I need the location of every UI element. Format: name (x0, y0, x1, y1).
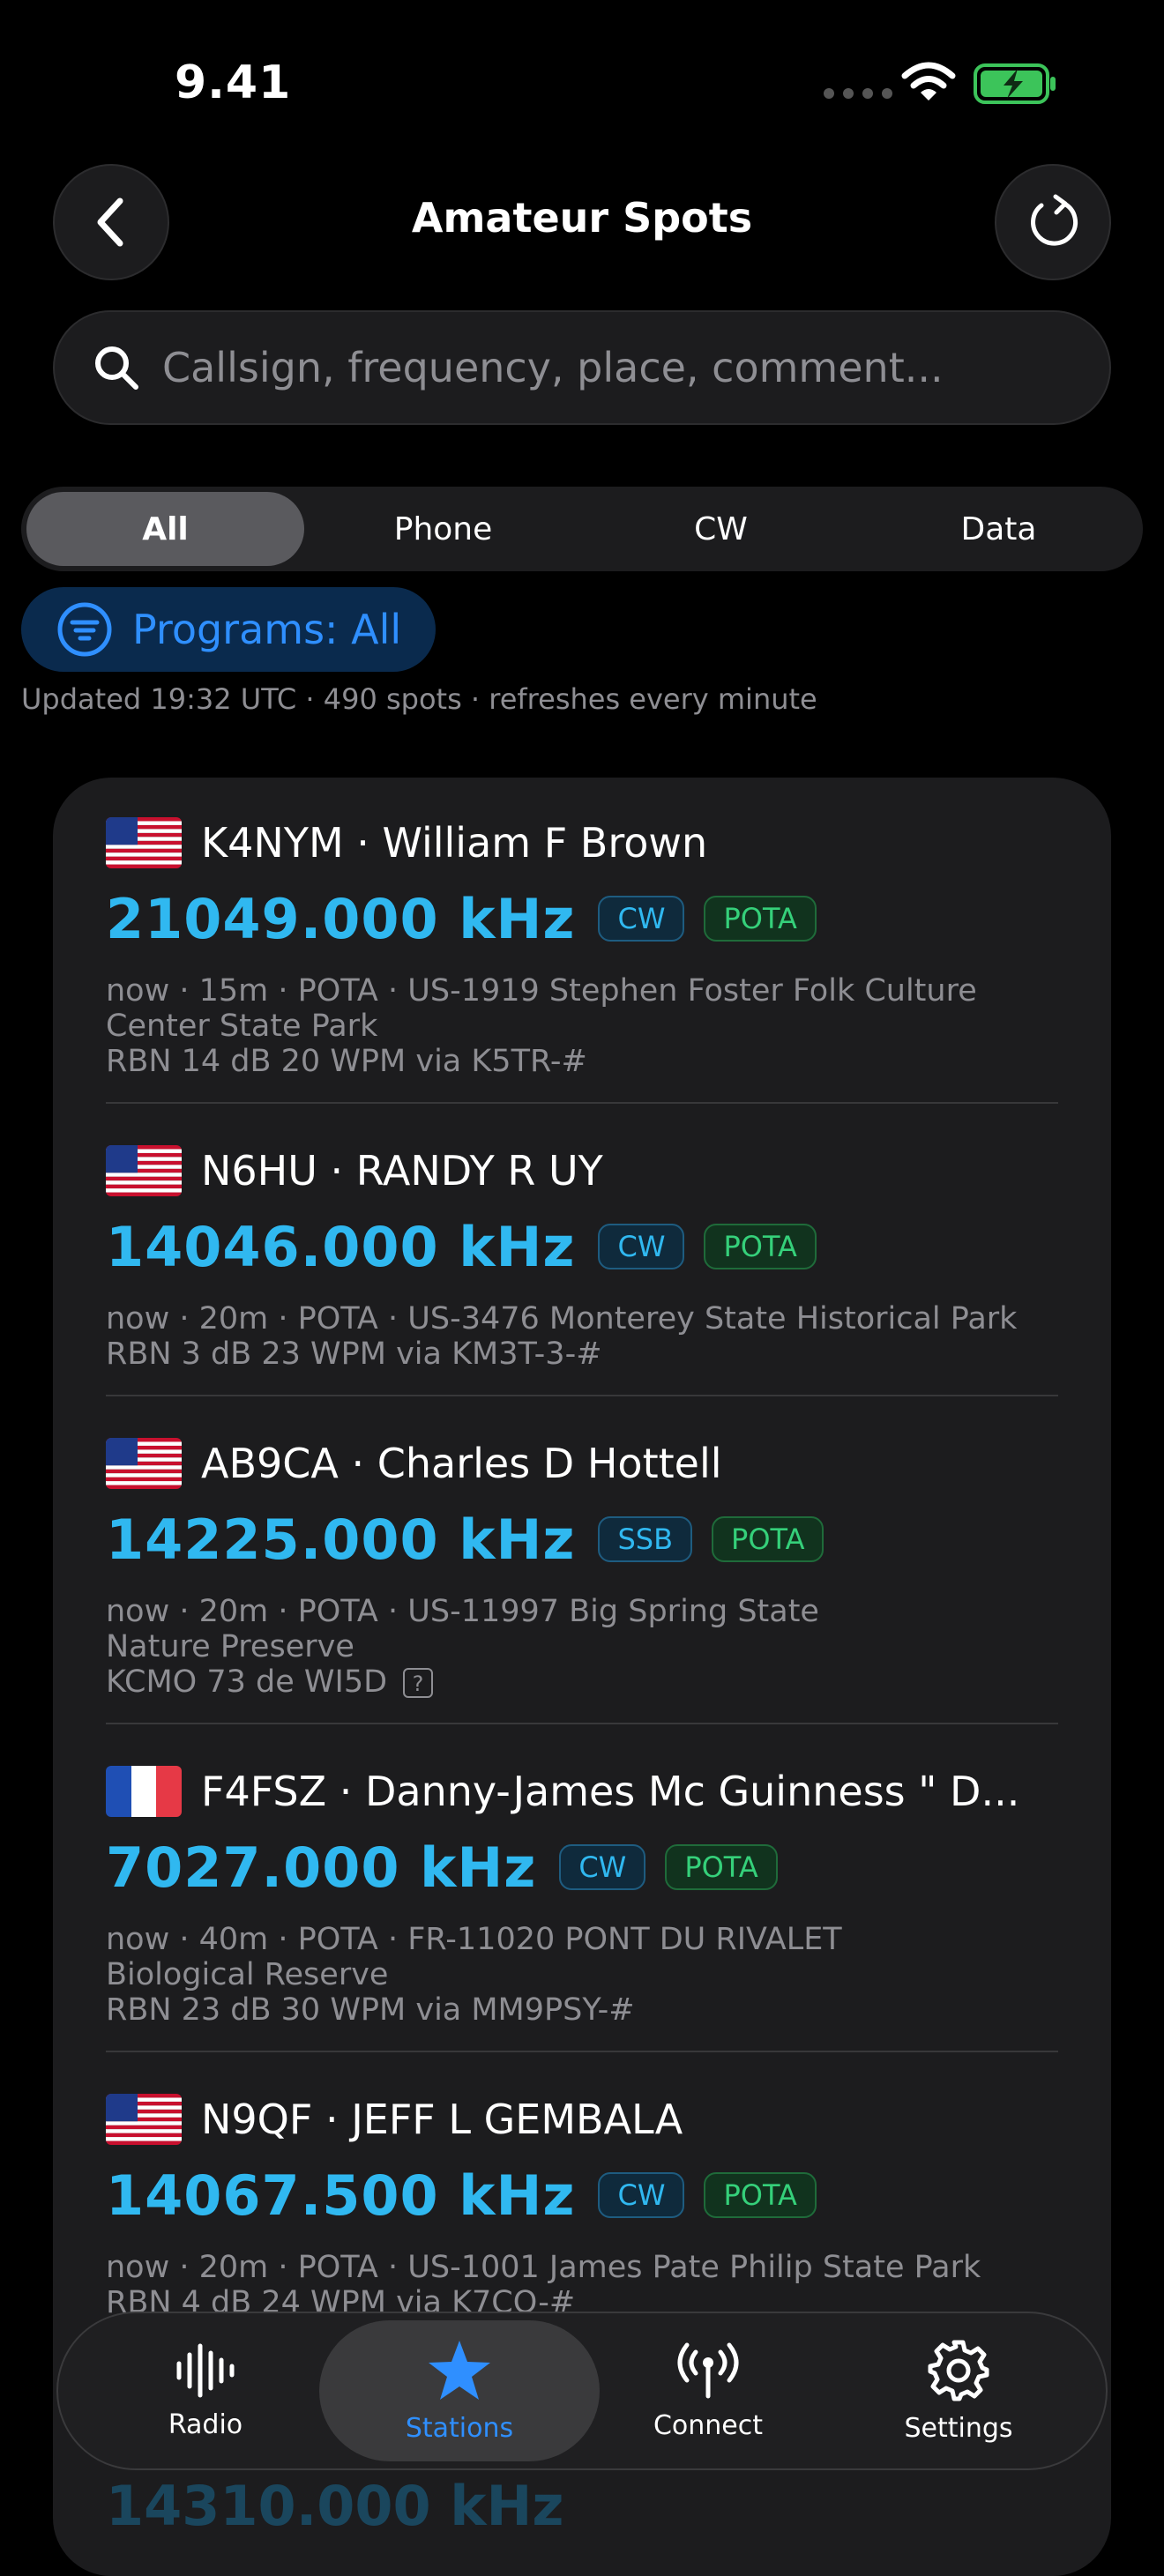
refresh-icon (1031, 194, 1078, 246)
tab-stations[interactable]: Stations (319, 2320, 600, 2461)
status-time: 9.41 (175, 56, 292, 109)
spot-detail-line: now · 15m · POTA · US-1919 Stephen Foste… (106, 973, 977, 1009)
mode-badge: CW (598, 896, 685, 942)
spot-station: K4NYM · William F Brown (201, 819, 708, 867)
us-flag-icon (106, 1438, 182, 1489)
spot-row[interactable]: F4FSZ · Danny-James Mc Guinness " D... 7… (106, 1763, 1058, 2028)
fr-flag-icon (106, 1766, 182, 1817)
wifi-icon (901, 62, 956, 101)
programs-filter-label: Programs: All (132, 606, 402, 653)
program-badge: POTA (665, 1844, 778, 1890)
search-input[interactable] (160, 343, 1081, 392)
spot-frequency: 21049.000 kHz (106, 886, 576, 951)
mode-filter-data[interactable]: Data (860, 492, 1138, 566)
divider (106, 1723, 1058, 1724)
tab-connect-label: Connect (653, 2409, 764, 2441)
refresh-button[interactable] (995, 164, 1111, 280)
program-badge: POTA (704, 896, 817, 942)
spot-details: now · 15m · POTA · US-1919 Stephen Foste… (106, 973, 1058, 1079)
filter-icon (57, 602, 112, 657)
program-badge: POTA (704, 1224, 817, 1269)
cellular-signal-icon (824, 88, 892, 99)
spot-details: now · 20m · POTA · US-3476 Monterey Stat… (106, 1301, 1058, 1372)
spot-row[interactable]: N6HU · RANDY R UY 14046.000 kHz CW POTA … (106, 1143, 1058, 1372)
spot-details: now · 40m · POTA · FR-11020 PONT DU RIVA… (106, 1922, 1058, 2028)
programs-filter-button[interactable]: Programs: All (21, 587, 436, 672)
spot-frequency: 14225.000 kHz (106, 1507, 576, 1572)
mode-badge: CW (598, 1224, 685, 1269)
search-bar[interactable] (53, 310, 1111, 425)
divider (106, 1395, 1058, 1396)
divider (106, 1102, 1058, 1104)
partial-spot-frequency: 14310.000 kHz (106, 2474, 564, 2538)
mode-filter-cw[interactable]: CW (582, 492, 860, 566)
spot-row[interactable]: AB9CA · Charles D Hottell 14225.000 kHz … (106, 1435, 1058, 1700)
waveform-icon (176, 2343, 235, 2397)
spot-station: N9QF · JEFF L GEMBALA (201, 2096, 683, 2143)
spot-detail-line: Center State Park (106, 1009, 378, 1044)
spot-detail-line: RBN 3 dB 23 WPM via KM3T-3-# (106, 1336, 602, 1372)
divider (106, 2051, 1058, 2052)
tab-radio-label: Radio (168, 2408, 243, 2440)
tab-stations-label: Stations (405, 2412, 514, 2444)
us-flag-icon (106, 817, 182, 868)
us-flag-icon (106, 1145, 182, 1196)
antenna-icon (677, 2342, 739, 2398)
battery-charging-icon (974, 63, 1056, 104)
tab-connect[interactable]: Connect (568, 2320, 848, 2461)
mode-badge: SSB (598, 1516, 693, 1562)
spot-station: AB9CA · Charles D Hottell (201, 1440, 722, 1487)
spot-detail-line: now · 20m · POTA · US-11997 Big Spring S… (106, 1594, 819, 1629)
spot-frequency: 7027.000 kHz (106, 1835, 537, 1900)
spot-frequency: 14067.500 kHz (106, 2163, 576, 2228)
spot-details: now · 20m · POTA · US-11997 Big Spring S… (106, 1594, 1058, 1700)
spot-detail-line: now · 20m · POTA · US-1001 James Pate Ph… (106, 2250, 981, 2285)
tab-settings[interactable]: Settings (818, 2320, 1099, 2461)
tab-bar: Radio Stations Connect Settings (56, 2312, 1108, 2470)
spot-details: now · 20m · POTA · US-1001 James Pate Ph… (106, 2250, 1058, 2320)
spot-station: F4FSZ · Danny-James Mc Guinness " D... (201, 1768, 1020, 1815)
mode-filter: All Phone CW Data (21, 487, 1143, 571)
spot-detail-line: now · 20m · POTA · US-3476 Monterey Stat… (106, 1301, 1018, 1336)
spot-row[interactable]: K4NYM · William F Brown 21049.000 kHz CW… (106, 815, 1058, 1079)
tab-radio[interactable]: Radio (65, 2320, 346, 2461)
spot-list: K4NYM · William F Brown 21049.000 kHz CW… (53, 778, 1111, 2576)
spot-detail-line: now · 40m · POTA · FR-11020 PONT DU RIVA… (106, 1922, 842, 1957)
us-flag-icon (106, 2094, 182, 2145)
update-info: Updated 19:32 UTC · 490 spots · refreshe… (21, 682, 817, 716)
spot-frequency: 14046.000 kHz (106, 1214, 576, 1279)
spot-detail-line: RBN 23 dB 30 WPM via MM9PSY-# (106, 1992, 635, 2028)
gear-icon (928, 2340, 989, 2401)
spot-detail-line: RBN 14 dB 20 WPM via K5TR-# (106, 1044, 587, 1079)
mode-badge: CW (598, 2172, 685, 2218)
spot-row[interactable]: N9QF · JEFF L GEMBALA 14067.500 kHz CW P… (106, 2091, 1058, 2320)
status-bar: 9.41 (0, 0, 1164, 168)
mode-badge: CW (559, 1844, 646, 1890)
spot-detail-line: Nature Preserve (106, 1629, 354, 1664)
search-icon (95, 346, 138, 390)
unknown-glyph-icon: ? (403, 1668, 434, 1698)
mode-filter-phone[interactable]: Phone (304, 492, 582, 566)
tab-settings-label: Settings (904, 2412, 1013, 2444)
star-icon (429, 2340, 490, 2400)
page-title: Amateur Spots (411, 194, 753, 242)
spot-detail-line: KCMO 73 de WI5D (106, 1664, 388, 1700)
program-badge: POTA (704, 2172, 817, 2218)
program-badge: POTA (712, 1516, 824, 1562)
spot-detail-line: Biological Reserve (106, 1957, 389, 1992)
spot-station: N6HU · RANDY R UY (201, 1147, 603, 1195)
mode-filter-all[interactable]: All (26, 492, 304, 566)
